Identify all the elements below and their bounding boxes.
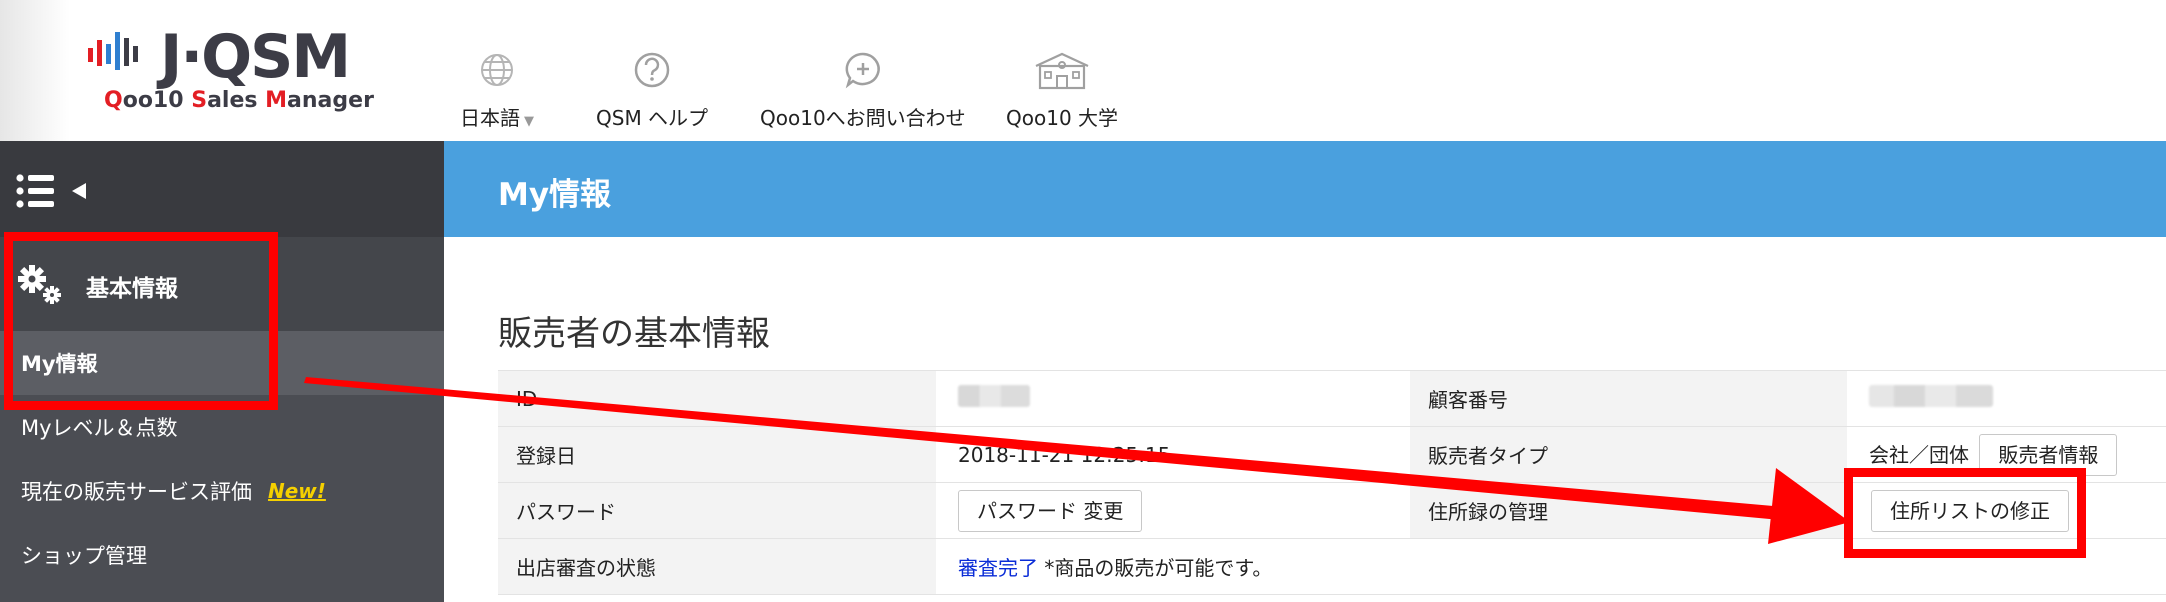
annotation-arrow-icon xyxy=(304,377,1850,544)
